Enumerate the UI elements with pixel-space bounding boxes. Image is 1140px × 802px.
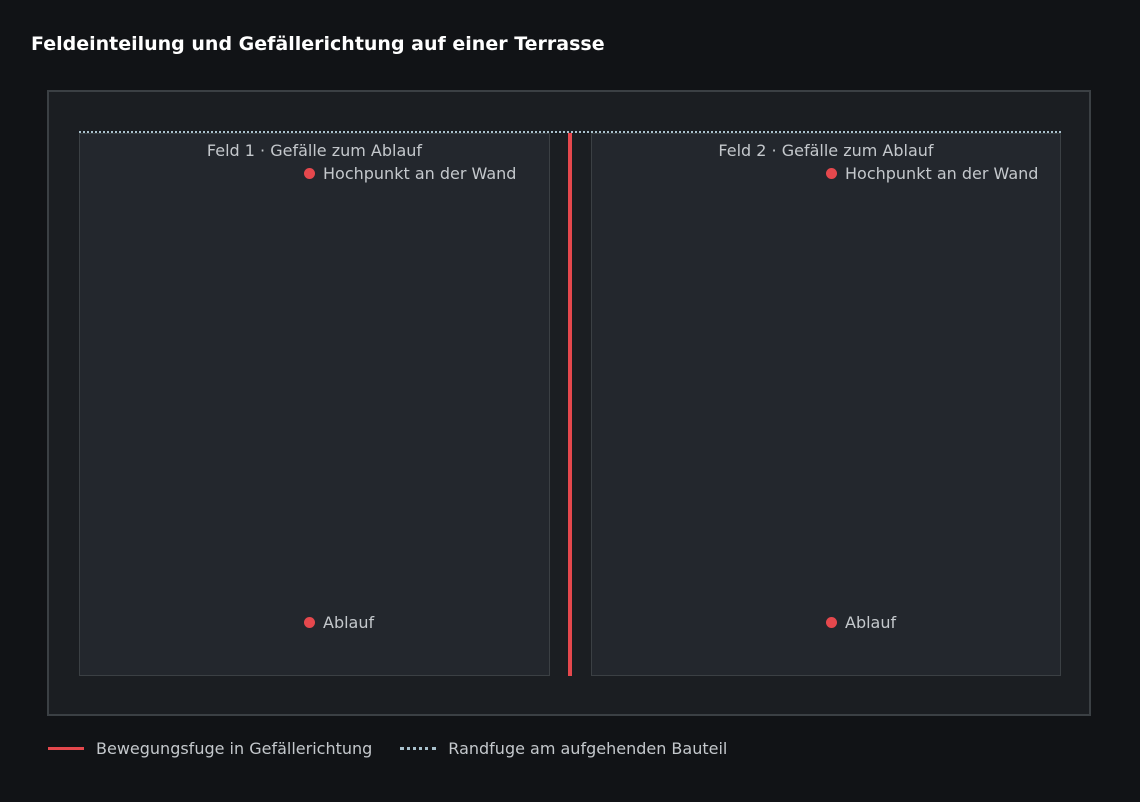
field-2-high-point: Hochpunkt an der Wand [826, 164, 1038, 183]
legend: Bewegungsfuge in Gefällerichtung Randfug… [48, 737, 755, 759]
field-2-label: Feld 2 · Gefälle zum Ablauf [718, 141, 934, 160]
diagram-title: Feldeinteilung und Gefällerichtung auf e… [31, 33, 605, 55]
field-1 [79, 133, 550, 676]
drain-dot-icon [304, 617, 315, 628]
field-1-label: Feld 1 · Gefälle zum Ablauf [206, 141, 423, 160]
high-point-dot-icon [304, 168, 315, 179]
field-2 [591, 133, 1061, 676]
field-1-drain-label: Ablauf [323, 613, 375, 632]
diagram-page: Feldeinteilung und Gefällerichtung auf e… [0, 0, 1140, 802]
legend-item-edge-joint: Randfuge am aufgehenden Bauteil [400, 739, 727, 758]
solid-line-icon [48, 746, 84, 750]
movement-joint-line [568, 133, 572, 676]
legend-movement-joint-label: Bewegungsfuge in Gefällerichtung [96, 738, 373, 758]
field-1-high-point-label: Hochpunkt an der Wand [323, 164, 517, 183]
legend-edge-joint-label: Randfuge am aufgehenden Bauteil [448, 738, 728, 758]
field-1-high-point: Hochpunkt an der Wand [304, 164, 516, 183]
field-2-drain-label: Ablauf [845, 613, 897, 632]
dotted-line-icon [400, 746, 437, 750]
field-2-drain: Ablauf [826, 613, 896, 632]
high-point-dot-icon [826, 168, 837, 179]
drain-dot-icon [826, 617, 837, 628]
field-1-drain: Ablauf [304, 613, 374, 632]
legend-item-movement-joint: Bewegungsfuge in Gefällerichtung [48, 739, 372, 758]
field-2-high-point-label: Hochpunkt an der Wand [845, 164, 1039, 183]
